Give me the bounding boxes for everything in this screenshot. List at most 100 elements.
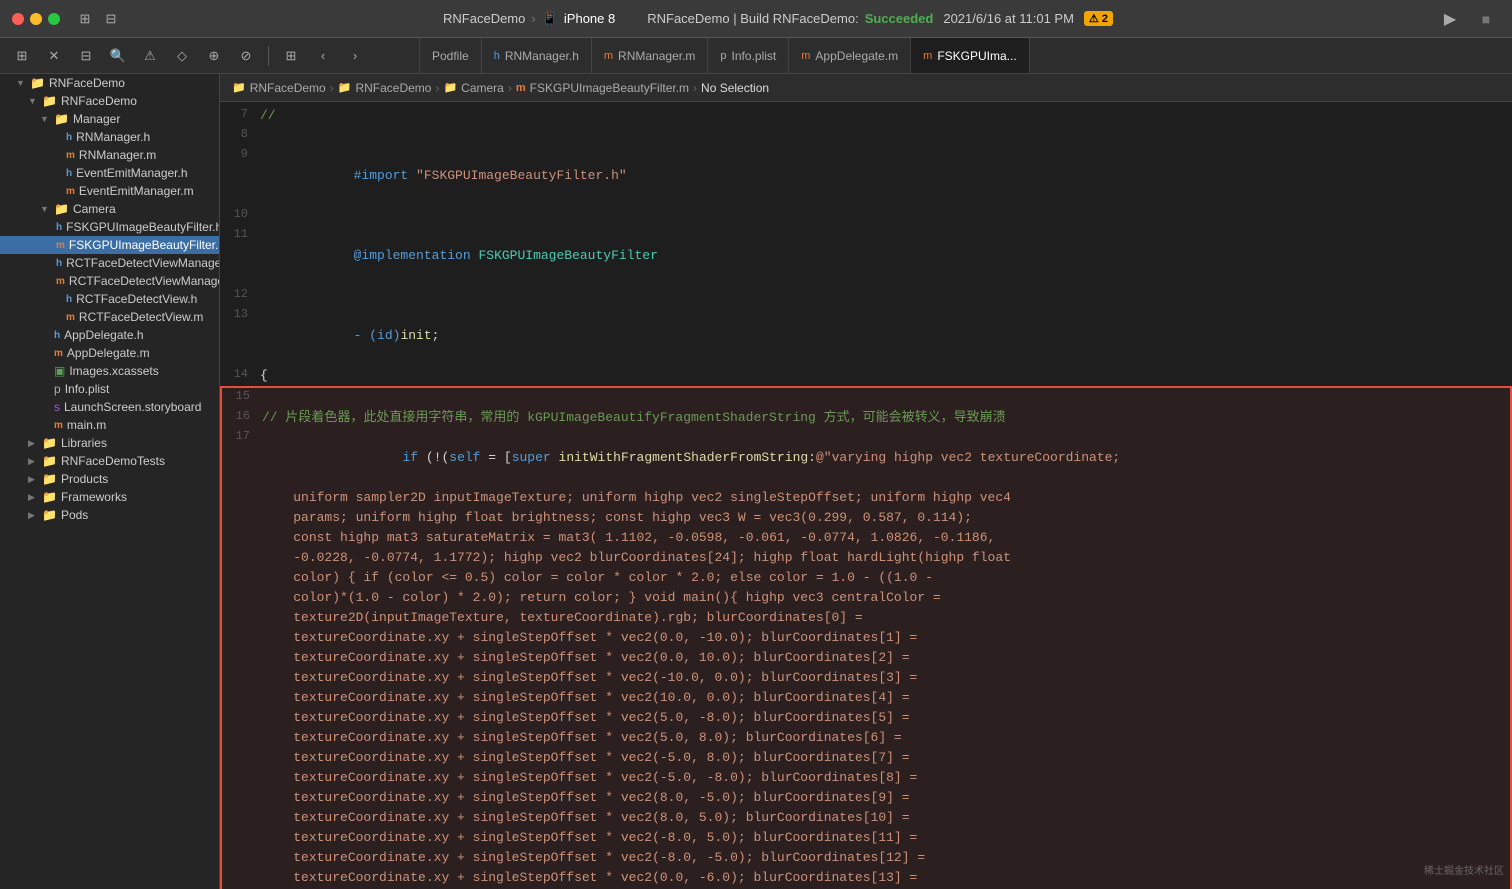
tree-label-info-plist: Info.plist (65, 382, 110, 396)
line-content-cont-15: textureCoordinate.xy + singleStepOffset … (262, 768, 1510, 788)
line-num-7: 7 (220, 106, 260, 121)
tree-item-manager[interactable]: ▼ 📁 Manager (0, 110, 219, 128)
tree-item-rnfacedemo-root[interactable]: ▼ 📁 RNFaceDemo (0, 74, 219, 92)
tree-item-appdelegate-m[interactable]: m AppDelegate.m (0, 344, 219, 362)
line-content-cont-12: textureCoordinate.xy + singleStepOffset … (262, 708, 1510, 728)
sidebar-toggle-icon[interactable]: ⊞ (76, 10, 94, 28)
rnmanagerm-tab-label: RNManager.m (618, 49, 695, 63)
line-num-cont-19 (222, 848, 262, 849)
xcassets-icon: ▣ (54, 364, 65, 378)
tab-rnmanager-m[interactable]: m RNManager.m (592, 38, 709, 73)
rn-folder-icon: 📁 (42, 94, 57, 108)
tree-item-images[interactable]: ▣ Images.xcassets (0, 362, 219, 380)
tree-item-rnmanager-h[interactable]: h RNManager.h (0, 128, 219, 146)
tree-arrow-lib: ▶ (28, 438, 38, 449)
breadcrumb-bar: 📁 RNFaceDemo › 📁 RNFaceDemo › 📁 Camera ›… (220, 74, 1512, 102)
tree-item-main-m[interactable]: m main.m (0, 416, 219, 434)
line-num-12: 12 (220, 286, 260, 301)
breadcrumb-sep-c: › (508, 81, 512, 95)
run-button[interactable]: ▶ (1436, 5, 1464, 33)
fullscreen-button[interactable] (48, 13, 60, 25)
line-content-cont-1: uniform sampler2D inputImageTexture; uni… (262, 488, 1510, 508)
close-button[interactable] (12, 13, 24, 25)
code-line-cont-3: const highp mat3 saturateMatrix = mat3( … (222, 528, 1510, 548)
line-content-cont-2: params; uniform highp float brightness; … (262, 508, 1510, 528)
line-num-cont-11 (222, 688, 262, 689)
code-line-9: 9 #import "FSKGPUImageBeautyFilter.h" (220, 146, 1512, 206)
line-content-cont-20: textureCoordinate.xy + singleStepOffset … (262, 868, 1510, 888)
tree-item-rctface-m[interactable]: m RCTFaceDetectViewManager.m (0, 272, 219, 290)
tree-item-info-plist[interactable]: p Info.plist (0, 380, 219, 398)
line-content-cont-13: textureCoordinate.xy + singleStepOffset … (262, 728, 1510, 748)
breadcrumb-camera[interactable]: Camera (461, 81, 504, 95)
tag-icon-btn[interactable]: ⊕ (200, 42, 228, 70)
line-num-cont-16 (222, 788, 262, 789)
code-line-cont-5: color) { if (color <= 0.5) color = color… (222, 568, 1510, 588)
tab-fskgpu[interactable]: m FSKGPUIma... (911, 38, 1030, 73)
tree-item-rctfaceview-m[interactable]: m RCTFaceDetectView.m (0, 308, 219, 326)
tree-item-fskgpu-m[interactable]: m FSKGPUImageBeautyFilter.m (0, 236, 219, 254)
code-line-cont-11: textureCoordinate.xy + singleStepOffset … (222, 688, 1510, 708)
view-toggle-icon[interactable]: ⊟ (102, 10, 120, 28)
search-icon-btn[interactable]: 🔍 (104, 42, 132, 70)
code-line-8: 8 (220, 126, 1512, 146)
code-line-10: 10 (220, 206, 1512, 226)
tree-item-libraries[interactable]: ▶ 📁 Libraries (0, 434, 219, 452)
tree-item-products[interactable]: ▶ 📁 Products (0, 470, 219, 488)
line-content-cont-18: textureCoordinate.xy + singleStepOffset … (262, 828, 1510, 848)
breadcrumb-rnfacedemo2[interactable]: RNFaceDemo (355, 81, 431, 95)
tree-item-rnmanager-m[interactable]: m RNManager.m (0, 146, 219, 164)
nav-back-btn[interactable]: ‹ (309, 42, 337, 70)
breadcrumb-rnfacedemo1[interactable]: RNFaceDemo (250, 81, 326, 95)
line-content-8 (260, 126, 1512, 146)
tab-appdelegate-m[interactable]: m AppDelegate.m (789, 38, 911, 73)
camera-folder-icon: 📁 (54, 202, 69, 216)
tree-item-rnfacedemo[interactable]: ▼ 📁 RNFaceDemo (0, 92, 219, 110)
plist-tree-icon: p (54, 382, 61, 396)
git-icon-btn[interactable]: ⊘ (232, 42, 260, 70)
tree-label-rnmanager-m: RNManager.m (79, 148, 156, 162)
build-date: 2021/6/16 at 11:01 PM (943, 11, 1074, 26)
breadcrumb-fskgpu[interactable]: FSKGPUImageBeautyFilter.m (530, 81, 689, 95)
tree-item-rctface-h[interactable]: h RCTFaceDetectViewManager.h (0, 254, 219, 272)
minimize-button[interactable] (30, 13, 42, 25)
tree-item-fskgpu-h[interactable]: h FSKGPUImageBeautyFilter.h (0, 218, 219, 236)
tree-item-pods[interactable]: ▶ 📁 Pods (0, 506, 219, 524)
tree-item-frameworks[interactable]: ▶ 📁 Frameworks (0, 488, 219, 506)
tree-label-rctface-m: RCTFaceDetectViewManager.m (69, 274, 220, 288)
line-content-cont-9: textureCoordinate.xy + singleStepOffset … (262, 648, 1510, 668)
tree-item-launchscreen[interactable]: s LaunchScreen.storyboard (0, 398, 219, 416)
tree-item-camera[interactable]: ▼ 📁 Camera (0, 200, 219, 218)
folder-icon-btn[interactable]: ⊞ (8, 42, 36, 70)
tree-item-eventemit-h[interactable]: h EventEmitManager.h (0, 164, 219, 182)
line-num-cont-9 (222, 648, 262, 649)
fskgpu-h-icon: h (56, 222, 62, 233)
breadcrumb-project-icon: 📁 (232, 81, 246, 94)
tree-label-fskgpu-h: FSKGPUImageBeautyFilter.h (66, 220, 220, 234)
tab-info-plist[interactable]: p Info.plist (708, 38, 789, 73)
tab-rnmanager-h[interactable]: h RNManager.h (482, 38, 592, 73)
hierarchy-icon-btn[interactable]: ⊟ (72, 42, 100, 70)
tree-arrow-manager: ▼ (40, 114, 50, 124)
line-content-cont-19: textureCoordinate.xy + singleStepOffset … (262, 848, 1510, 868)
breadcrumb-no-selection[interactable]: No Selection (701, 81, 769, 95)
stop-button[interactable]: ■ (1472, 5, 1500, 33)
line-content-11: @implementation FSKGPUImageBeautyFilter (260, 226, 1512, 286)
nav-forward-btn[interactable]: › (341, 42, 369, 70)
filter-icon-btn[interactable]: ✕ (40, 42, 68, 70)
frameworks-icon: 📁 (42, 490, 57, 504)
shapes-icon-btn[interactable]: ◇ (168, 42, 196, 70)
tree-item-rnfacedemotests[interactable]: ▶ 📁 RNFaceDemoTests (0, 452, 219, 470)
code-editor[interactable]: 7 // 8 9 #import "FSKGPUImageBeautyFilte… (220, 102, 1512, 889)
line-num-14: 14 (220, 366, 260, 381)
tree-item-eventemit-m[interactable]: m EventEmitManager.m (0, 182, 219, 200)
grid-icon-btn[interactable]: ⊞ (277, 42, 305, 70)
tree-label-frameworks: Frameworks (61, 490, 127, 504)
tree-item-rctfaceview-h[interactable]: h RCTFaceDetectView.h (0, 290, 219, 308)
line-num-cont-4 (222, 548, 262, 549)
alert-icon-btn[interactable]: ⚠ (136, 42, 164, 70)
tab-podfile[interactable]: Podfile (420, 38, 482, 73)
tree-label-main-m: main.m (67, 418, 106, 432)
tree-item-appdelegate-h[interactable]: h AppDelegate.h (0, 326, 219, 344)
build-label: RNFaceDemo | Build RNFaceDemo: (647, 11, 858, 26)
